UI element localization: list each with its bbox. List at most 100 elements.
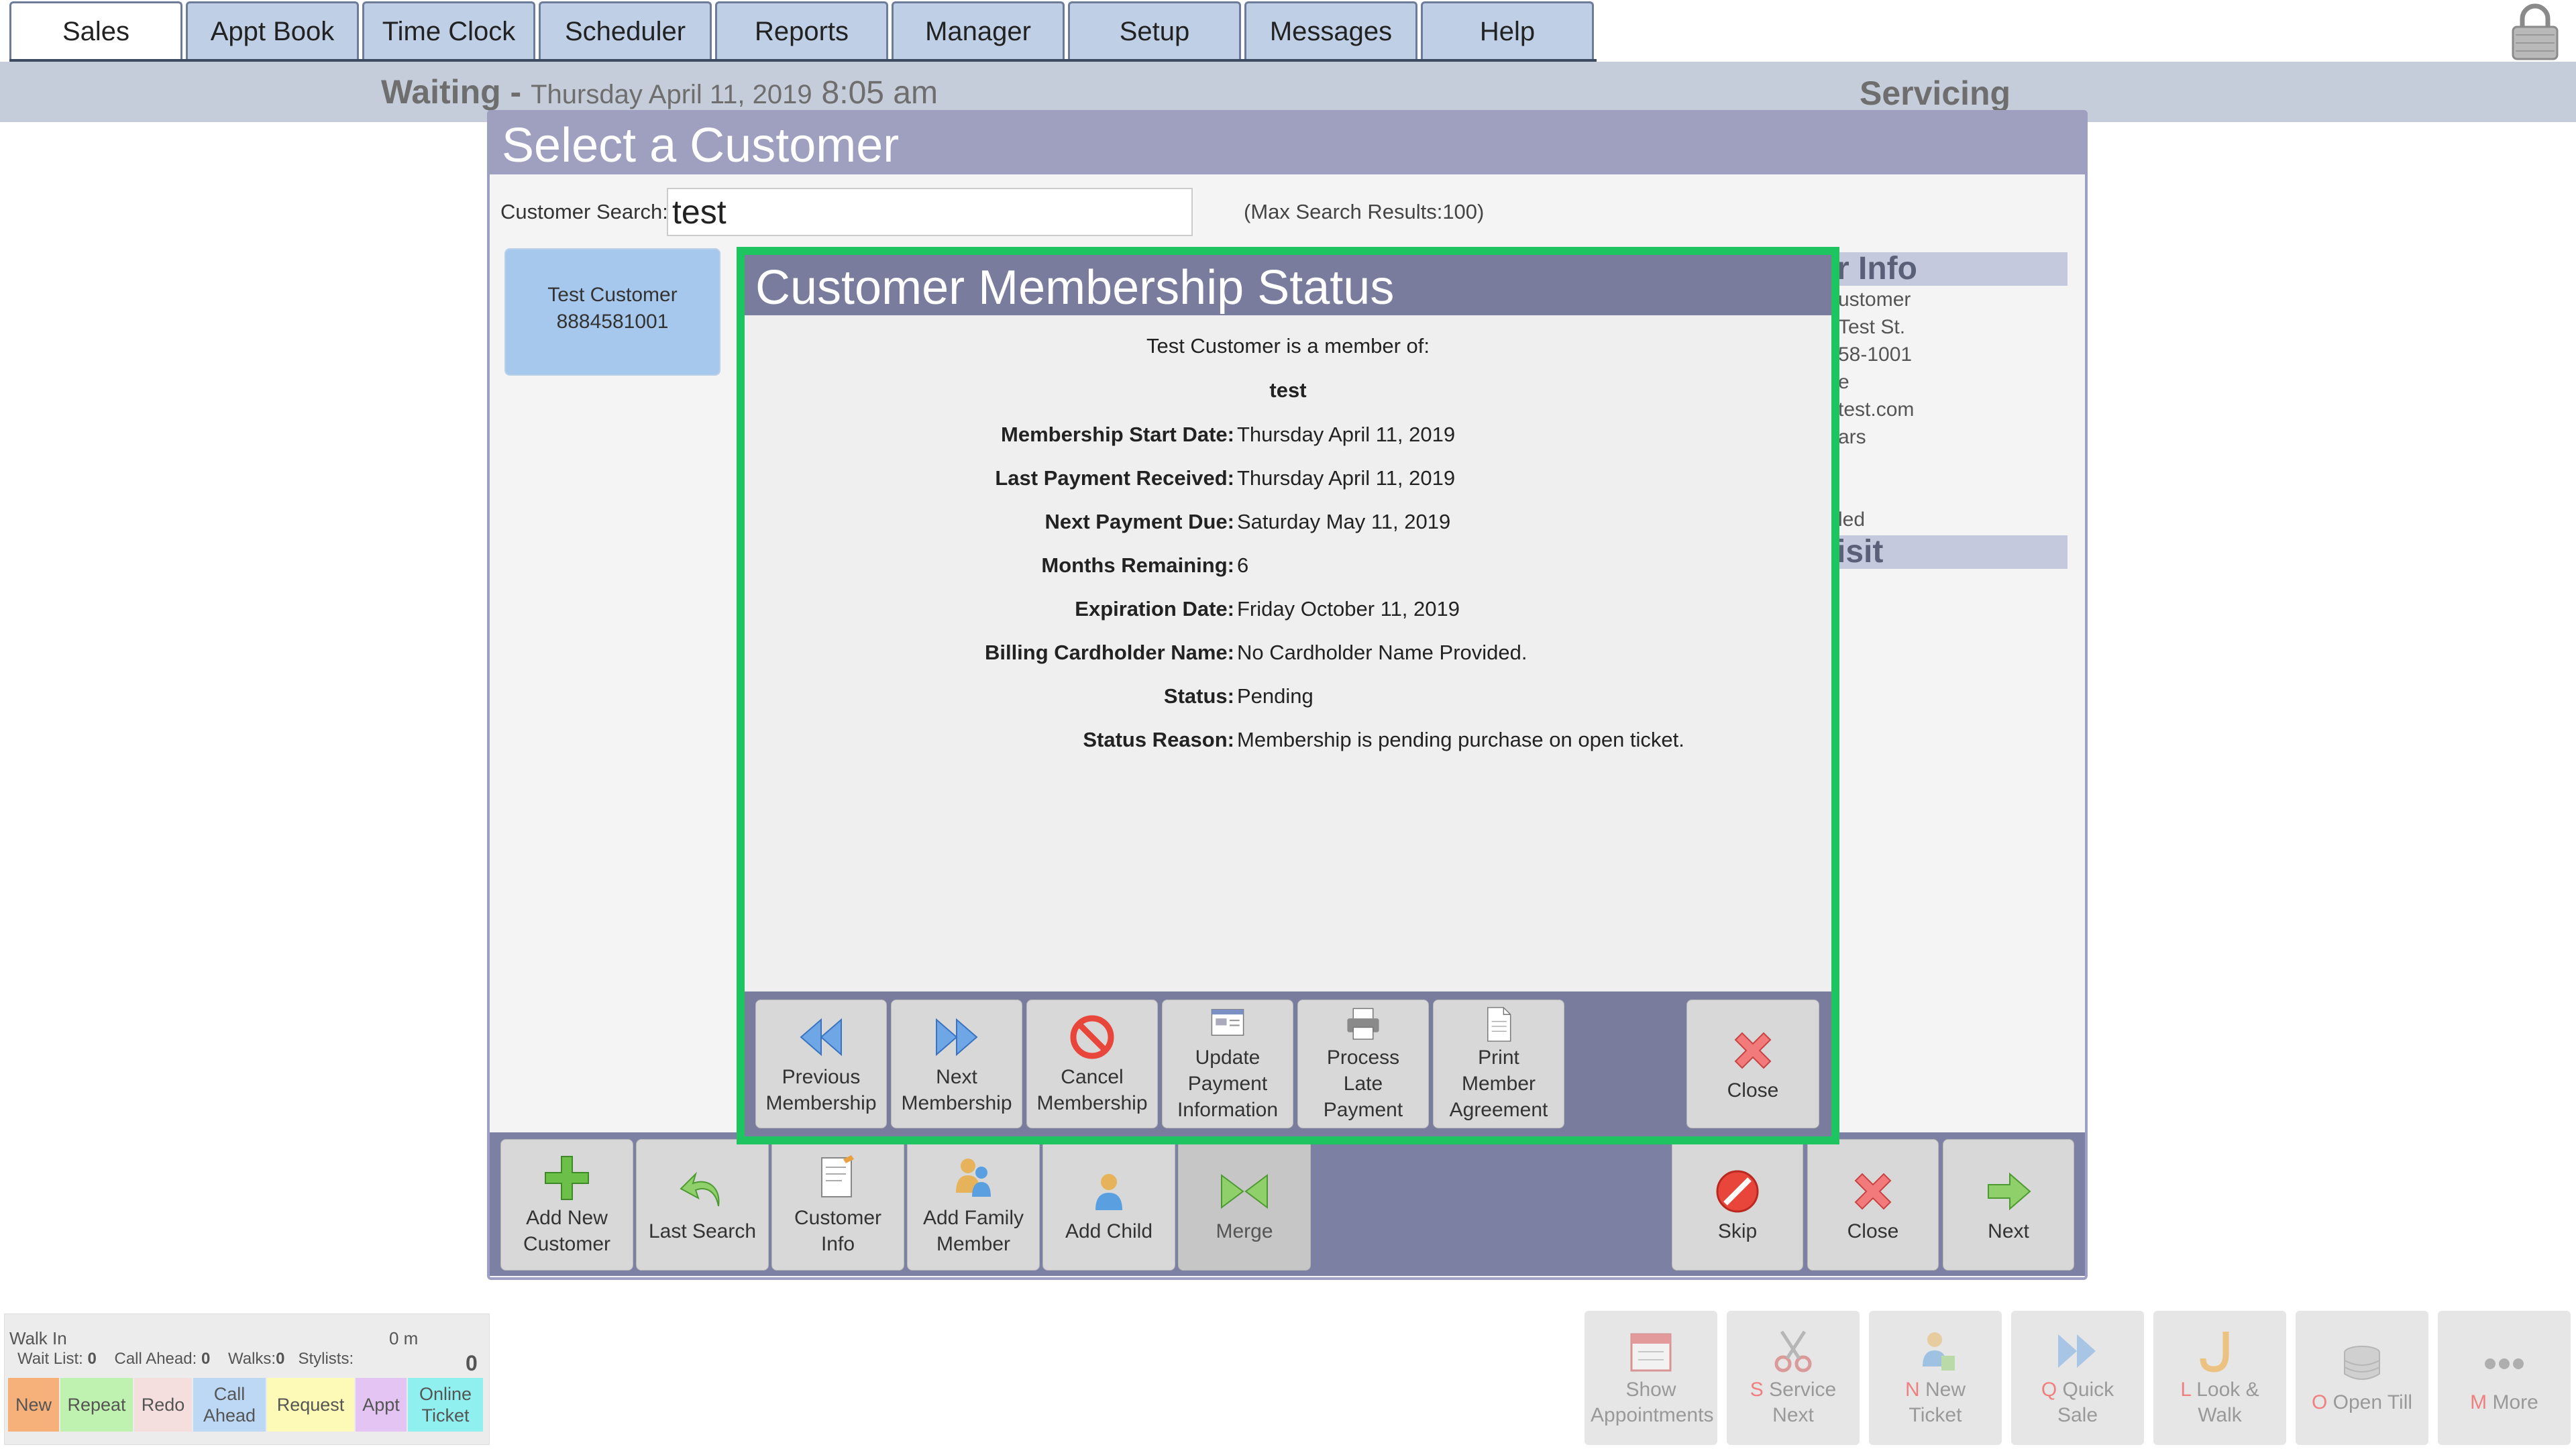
service-next-button[interactable]: S Service Next	[1727, 1311, 1860, 1445]
stylists-label: Stylists:	[298, 1350, 354, 1368]
tab-setup[interactable]: Setup	[1068, 1, 1241, 60]
tab-scheduler[interactable]: Scheduler	[539, 1, 712, 60]
more-hotkey: M	[2470, 1391, 2487, 1413]
walks-count: 0	[276, 1350, 285, 1368]
walk-in-redo-button[interactable]: Redo	[134, 1378, 192, 1432]
last-search-label: Last Search	[648, 1220, 757, 1242]
merge-label: Merge	[1216, 1220, 1273, 1242]
next-membership-button[interactable]: Next Membership	[891, 1000, 1022, 1128]
service-next-label: S Service Next	[1743, 1377, 1843, 1428]
customer-info-line: Test St.	[1838, 316, 1906, 338]
look-and-walk-button[interactable]: L Look & Walk	[2153, 1311, 2286, 1445]
rewind-icon	[800, 1018, 842, 1057]
waiting-label: Waiting -	[381, 73, 522, 111]
printer-icon	[1347, 1008, 1379, 1040]
field-value: Friday October 11, 2019	[1237, 597, 1460, 621]
close-membership-button[interactable]: Close	[1686, 1000, 1819, 1128]
family-icon	[956, 1159, 991, 1197]
walk-in-online-ticket-button[interactable]: Online Ticket	[408, 1378, 483, 1432]
walk-in-repeat-button[interactable]: Repeat	[60, 1378, 133, 1432]
walk-in-title: Walk In	[9, 1328, 67, 1348]
close-button[interactable]: Close	[1807, 1139, 1939, 1271]
customer-search-label: Customer Search:	[500, 200, 668, 223]
customer-result-card[interactable]: Test Customer 8884581001	[504, 248, 720, 376]
customer-info-header: r Info	[1831, 252, 2068, 286]
add-plus-icon	[545, 1156, 589, 1200]
more-label: M More	[2470, 1390, 2538, 1415]
wait-list-count: 0	[87, 1350, 97, 1368]
walk-in-appt-button[interactable]: Appt	[356, 1378, 407, 1432]
tab-messages[interactable]: Messages	[1244, 1, 1417, 60]
previous-membership-button[interactable]: Previous Membership	[755, 1000, 887, 1128]
open-till-label: O Open Till	[2312, 1390, 2412, 1415]
close-membership-label: Close	[1727, 1079, 1779, 1102]
add-child-button[interactable]: Add Child	[1042, 1139, 1175, 1271]
cancel-membership-button[interactable]: Cancel Membership	[1026, 1000, 1158, 1128]
merge-button[interactable]: Merge	[1178, 1139, 1311, 1271]
update-payment-information-button[interactable]: Update Payment Information	[1162, 1000, 1293, 1128]
tab-sales[interactable]: Sales	[9, 1, 182, 60]
new-ticket-label: N New Ticket	[1892, 1377, 1979, 1428]
field-label: Membership Start Date:	[1001, 423, 1234, 446]
hook-icon	[2200, 1332, 2229, 1373]
open-till-button[interactable]: O Open Till	[2296, 1311, 2428, 1445]
print-member-agreement-button[interactable]: Print Member Agreement	[1433, 1000, 1564, 1128]
walk-in-elapsed: 0 m	[389, 1328, 419, 1348]
field-label: Next Payment Due:	[1044, 510, 1234, 533]
field-value: 6	[1237, 553, 1249, 577]
dots-icon	[2485, 1358, 2524, 1369]
lock-icon[interactable]	[2509, 3, 2561, 60]
visit-header: isit	[1831, 535, 2068, 569]
previous-membership-label: Previous Membership	[765, 1066, 877, 1114]
quick-sale-button[interactable]: Q Quick Sale	[2011, 1311, 2144, 1445]
service-next-text: Service Next	[1769, 1379, 1837, 1426]
process-late-payment-button[interactable]: Process Late Payment	[1297, 1000, 1429, 1128]
more-button[interactable]: M More	[2438, 1311, 2571, 1445]
child-icon	[1095, 1173, 1122, 1210]
walk-in-call-ahead-button[interactable]: Call Ahead	[193, 1378, 266, 1432]
membership-modal-title-bar: Customer Membership Status	[745, 255, 1831, 315]
tab-manager[interactable]: Manager	[892, 1, 1065, 60]
tab-help[interactable]: Help	[1421, 1, 1594, 60]
update-payment-information-label: Update Payment Information	[1177, 1046, 1279, 1121]
close-x-icon	[1854, 1173, 1892, 1210]
field-value: Pending	[1237, 684, 1313, 708]
merge-arrows-icon	[1221, 1173, 1268, 1209]
close-label: Close	[1847, 1220, 1899, 1242]
tab-time-clock[interactable]: Time Clock	[362, 1, 535, 60]
fast-forward-icon	[2058, 1334, 2096, 1368]
quick-sale-hotkey: Q	[2041, 1379, 2057, 1401]
next-button[interactable]: Next	[1943, 1139, 2074, 1271]
field-label: Status:	[1163, 684, 1234, 708]
walk-in-total: 0	[466, 1351, 478, 1375]
ticket-person-icon	[1923, 1332, 1955, 1371]
field-value: Thursday April 11, 2019	[1237, 466, 1456, 490]
new-ticket-button[interactable]: N New Ticket	[1869, 1311, 2002, 1445]
customer-info-button[interactable]: Customer Info	[771, 1139, 904, 1271]
tab-appt-book[interactable]: Appt Book	[186, 1, 359, 60]
customer-info-label: Customer Info	[794, 1207, 882, 1255]
document-icon	[1487, 1006, 1511, 1042]
customer-info-line: ars	[1838, 426, 1866, 448]
wait-list-label: Wait List:	[17, 1350, 83, 1368]
walk-in-new-button[interactable]: New	[8, 1378, 59, 1432]
cancel-membership-label: Cancel Membership	[1036, 1066, 1148, 1114]
call-ahead-label: Call Ahead:	[114, 1350, 197, 1368]
last-search-button[interactable]: Last Search	[636, 1139, 769, 1271]
coin-stack-icon	[2344, 1346, 2380, 1380]
add-new-customer-button[interactable]: Add New Customer	[500, 1139, 633, 1271]
more-text: More	[2492, 1391, 2538, 1413]
show-appointments-button[interactable]: Show Appointments	[1585, 1311, 1717, 1445]
open-till-text: Open Till	[2332, 1391, 2413, 1413]
customer-info-line: e	[1838, 371, 1849, 393]
add-family-member-button[interactable]: Add Family Member	[907, 1139, 1040, 1271]
walk-in-request-button[interactable]: Request	[267, 1378, 354, 1432]
member-of-text: Test Customer is a member of:	[1146, 334, 1430, 358]
new-ticket-hotkey: N	[1904, 1379, 1920, 1401]
tab-reports[interactable]: Reports	[715, 1, 888, 60]
skip-button[interactable]: Skip	[1672, 1139, 1803, 1271]
customer-info-line: led	[1838, 508, 1866, 531]
membership-modal-title: Customer Membership Status	[755, 261, 1395, 315]
service-next-hotkey: S	[1750, 1379, 1764, 1401]
customer-search-input[interactable]	[667, 188, 1193, 236]
